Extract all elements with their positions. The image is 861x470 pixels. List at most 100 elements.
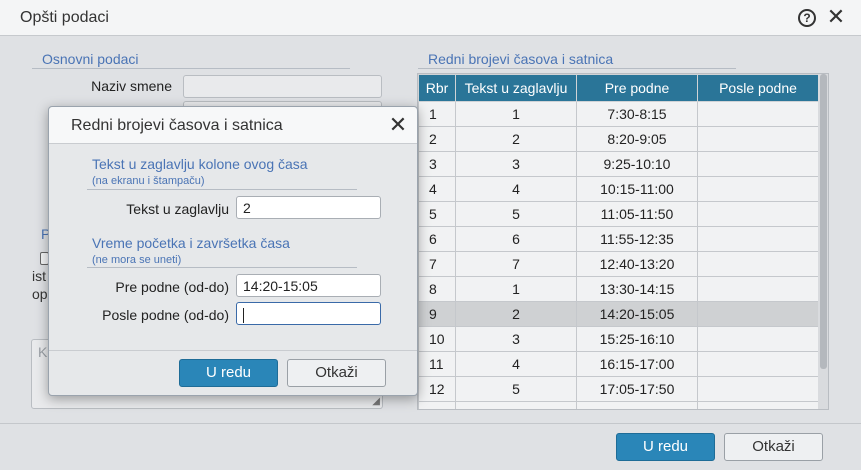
schedule-table: Rbr Tekst u zaglavlju Pre podne Posle po… (417, 73, 829, 410)
pre-podne-input[interactable]: 14:20-15:05 (236, 274, 381, 297)
cell-pre-podne[interactable]: 7:30-8:15 (576, 101, 698, 127)
text-caret (243, 307, 244, 323)
cell-posle-podne[interactable] (697, 151, 819, 177)
cell-tekst[interactable]: 3 (455, 326, 577, 352)
table-row[interactable]: 1 1 7:30-8:15 (418, 101, 819, 127)
table-scrollbar[interactable] (818, 74, 828, 409)
pre-podne-label: Pre podne (od-do) (115, 279, 229, 295)
cell-pre-podne[interactable]: 9:25-10:10 (576, 151, 698, 177)
table-row[interactable]: 2 2 8:20-9:05 (418, 126, 819, 152)
cell-pre-podne[interactable]: 8:20-9:05 (576, 126, 698, 152)
col-header-tekst[interactable]: Tekst u zaglavlju (455, 74, 577, 102)
cell-tekst[interactable]: 1 (455, 101, 577, 127)
cell-rbr[interactable]: 10 (418, 326, 456, 352)
notes-placeholder-letter: K (38, 344, 48, 360)
cell-rbr[interactable]: 8 (418, 276, 456, 302)
dialog-titlebar: Redni brojevi časova i satnica ✕ (49, 107, 417, 144)
table-row[interactable]: 9 2 14:20-15:05 (418, 301, 819, 327)
close-icon[interactable]: ✕ (826, 5, 846, 29)
cell-pre-podne[interactable]: 13:30-14:15 (576, 276, 698, 302)
cell-tekst[interactable]: 1 (455, 276, 577, 302)
question-circle-icon[interactable]: ? (798, 9, 816, 27)
close-icon[interactable]: ✕ (387, 113, 409, 137)
cell-pre-podne[interactable]: 12:40-13:20 (576, 251, 698, 277)
cell-posle-podne[interactable] (697, 376, 819, 402)
table-row[interactable]: 11 4 16:15-17:00 (418, 351, 819, 377)
cell-tekst[interactable]: 4 (455, 176, 577, 202)
cell-pre-podne[interactable]: 10:15-11:00 (576, 176, 698, 202)
cell-rbr[interactable]: 9 (418, 301, 456, 327)
tekst-zaglavlju-label: Tekst u zaglavlju (126, 201, 229, 217)
cell-rbr[interactable]: 7 (418, 251, 456, 277)
dialog-cancel-button[interactable]: Otkaži (287, 359, 386, 387)
resize-grip-icon[interactable]: ◢ (372, 396, 380, 407)
cell-posle-podne[interactable] (697, 251, 819, 277)
cell-pre-podne[interactable]: 14:20-15:05 (576, 301, 698, 327)
cell-rbr[interactable]: 13 (418, 401, 456, 409)
cell-rbr[interactable]: 2 (418, 126, 456, 152)
cell-tekst[interactable]: 6 (455, 226, 577, 252)
table-row[interactable]: 10 3 15:25-16:10 (418, 326, 819, 352)
cell-pre-podne[interactable]: 17:05-17:50 (576, 376, 698, 402)
table-row[interactable]: 6 6 11:55-12:35 (418, 226, 819, 252)
cell-posle-podne[interactable] (697, 201, 819, 227)
naziv-smene-field[interactable] (183, 75, 382, 98)
cell-tekst[interactable]: 2 (455, 126, 577, 152)
tekst-zaglavlju-input[interactable]: 2 (236, 196, 381, 219)
cell-posle-podne[interactable] (697, 226, 819, 252)
col-header-pre-podne[interactable]: Pre podne (576, 74, 698, 102)
section-divider (87, 267, 357, 268)
table-row[interactable]: 12 5 17:05-17:50 (418, 376, 819, 402)
cell-pre-podne[interactable]: 11:55-12:35 (576, 226, 698, 252)
col-header-posle-podne[interactable]: Posle podne (697, 74, 819, 102)
cell-tekst[interactable]: 3 (455, 151, 577, 177)
dialog-footer-divider (49, 350, 417, 351)
dialog-section1-title: Tekst u zaglavlju kolone ovog časa (92, 156, 308, 172)
cell-pre-podne[interactable]: 17:55-18:35 (576, 401, 698, 409)
cell-tekst[interactable]: 7 (455, 251, 577, 277)
cell-rbr[interactable]: 1 (418, 101, 456, 127)
cancel-button[interactable]: Otkaži (724, 433, 823, 461)
edit-period-dialog: Redni brojevi časova i satnica ✕ Tekst u… (48, 106, 418, 396)
posle-podne-input[interactable] (236, 302, 381, 325)
cell-pre-podne[interactable]: 16:15-17:00 (576, 351, 698, 377)
cell-tekst[interactable]: 6 (455, 401, 577, 409)
cell-posle-podne[interactable] (697, 101, 819, 127)
table-row[interactable]: 3 3 9:25-10:10 (418, 151, 819, 177)
cell-pre-podne[interactable]: 11:05-11:50 (576, 201, 698, 227)
cell-rbr[interactable]: 11 (418, 351, 456, 377)
posle-podne-label: Posle podne (od-do) (102, 307, 229, 323)
table-row[interactable]: 7 7 12:40-13:20 (418, 251, 819, 277)
table-row[interactable]: 4 4 10:15-11:00 (418, 176, 819, 202)
cell-posle-podne[interactable] (697, 176, 819, 202)
cell-posle-podne[interactable] (697, 276, 819, 302)
cell-posle-podne[interactable] (697, 401, 819, 409)
dialog-section2-title: Vreme početka i završetka časa (92, 235, 290, 251)
cell-rbr[interactable]: 6 (418, 226, 456, 252)
cell-posle-podne[interactable] (697, 301, 819, 327)
cell-rbr[interactable]: 4 (418, 176, 456, 202)
naziv-smene-label: Naziv smene (91, 78, 172, 94)
cell-rbr[interactable]: 3 (418, 151, 456, 177)
redni-brojevi-title: Redni brojevi časova i satnica (428, 51, 614, 67)
ok-button[interactable]: U redu (616, 433, 715, 461)
cell-tekst[interactable]: 5 (455, 376, 577, 402)
cell-rbr[interactable]: 5 (418, 201, 456, 227)
col-header-rbr[interactable]: Rbr (418, 74, 456, 102)
scrollbar-thumb[interactable] (820, 74, 827, 369)
table-row[interactable]: 5 5 11:05-11:50 (418, 201, 819, 227)
dialog-ok-button[interactable]: U redu (179, 359, 278, 387)
window-titlebar: Opšti podaci ? ✕ (0, 0, 861, 36)
cell-tekst[interactable]: 5 (455, 201, 577, 227)
cell-posle-podne[interactable] (697, 126, 819, 152)
cell-tekst[interactable]: 2 (455, 301, 577, 327)
cell-posle-podne[interactable] (697, 326, 819, 352)
cell-posle-podne[interactable] (697, 351, 819, 377)
cell-pre-podne[interactable]: 15:25-16:10 (576, 326, 698, 352)
cell-tekst[interactable]: 4 (455, 351, 577, 377)
table-row[interactable]: 8 1 13:30-14:15 (418, 276, 819, 302)
hidden-text-b: op (32, 286, 48, 302)
table-row[interactable]: 13617:55-18:35 (418, 401, 819, 409)
cell-rbr[interactable]: 12 (418, 376, 456, 402)
table-header-row: Rbr Tekst u zaglavlju Pre podne Posle po… (418, 74, 819, 102)
